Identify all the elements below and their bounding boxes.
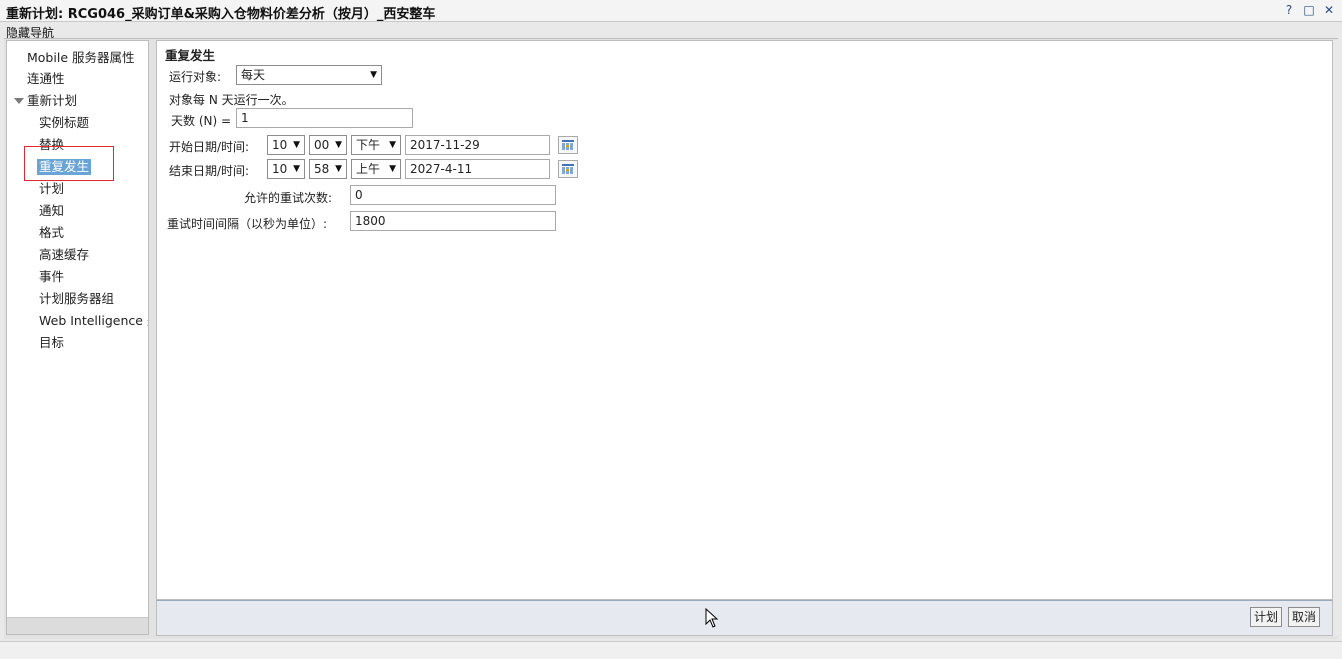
days-input[interactable]: 1 bbox=[236, 108, 413, 128]
window-title: 重新计划: RCG046_采购订单&采购入仓物料价差分析（按月）_西安整车 bbox=[6, 7, 436, 22]
calendar-icon bbox=[562, 164, 574, 174]
end-minute-select[interactable]: 58 ▼ bbox=[309, 159, 347, 179]
cancel-button[interactable]: 取消 bbox=[1288, 607, 1321, 627]
run-object-select[interactable]: 每天 ▼ bbox=[236, 65, 382, 85]
retries-label: 允许的重试次数: bbox=[244, 191, 333, 205]
start-hour-value: 10 bbox=[272, 138, 288, 152]
recurrence-description: 对象每 N 天运行一次。 bbox=[169, 93, 294, 107]
end-ampm-value: 上午 bbox=[356, 162, 381, 176]
start-minute-select[interactable]: 00 ▼ bbox=[309, 135, 347, 155]
chevron-down-icon: ▼ bbox=[335, 164, 342, 174]
sidebar-item-format[interactable]: 格式 bbox=[39, 225, 64, 241]
section-heading: 重复发生 bbox=[165, 48, 216, 63]
title-bar: 重新计划: RCG046_采购订单&采购入仓物料价差分析（按月）_西安整车 ? … bbox=[0, 0, 1342, 22]
maximize-icon[interactable]: □ bbox=[1302, 3, 1316, 17]
days-label: 天数 (N) = bbox=[171, 114, 232, 128]
chevron-down-icon: ▼ bbox=[335, 140, 342, 150]
chevron-down-icon: ▼ bbox=[293, 140, 300, 150]
sidebar-item-notification[interactable]: 通知 bbox=[39, 203, 64, 219]
retries-input[interactable]: 0 bbox=[350, 185, 556, 205]
sidebar-item-destination[interactable]: 目标 bbox=[39, 335, 64, 351]
dialog-footer bbox=[156, 600, 1333, 636]
help-icon[interactable]: ? bbox=[1282, 3, 1296, 17]
sidebar-item-instance-title[interactable]: 实例标题 bbox=[39, 115, 89, 131]
chevron-down-icon: ▼ bbox=[370, 70, 377, 80]
right-edge bbox=[1333, 40, 1339, 636]
sidebar-item-connectivity[interactable]: 连通性 bbox=[27, 71, 65, 87]
start-datetime-label: 开始日期/时间: bbox=[169, 140, 250, 154]
start-date-input[interactable]: 2017-11-29 bbox=[405, 135, 550, 155]
sidebar-item-web-intelligence[interactable]: Web Intelligence 处 bbox=[39, 313, 148, 329]
sidebar-item-schedule[interactable]: 计划 bbox=[39, 181, 64, 197]
status-bar bbox=[0, 641, 1342, 659]
end-hour-value: 10 bbox=[272, 162, 288, 176]
start-ampm-value: 下午 bbox=[356, 138, 381, 152]
expand-triangle-icon[interactable] bbox=[14, 98, 24, 104]
retry-interval-input[interactable]: 1800 bbox=[350, 211, 556, 231]
end-ampm-select[interactable]: 上午 ▼ bbox=[351, 159, 401, 179]
end-calendar-button[interactable] bbox=[558, 160, 578, 178]
sidebar-item-mobile-properties[interactable]: Mobile 服务器属性 bbox=[27, 50, 134, 66]
start-minute-value: 00 bbox=[314, 138, 330, 152]
close-icon[interactable]: ✕ bbox=[1322, 3, 1336, 17]
run-object-label: 运行对象: bbox=[169, 70, 222, 84]
sidebar-item-cache[interactable]: 高速缓存 bbox=[39, 247, 89, 263]
retry-interval-label: 重试时间间隔（以秒为单位）: bbox=[167, 217, 328, 231]
sidebar-item-reschedule[interactable]: 重新计划 bbox=[27, 93, 77, 109]
chevron-down-icon: ▼ bbox=[293, 164, 300, 174]
start-calendar-button[interactable] bbox=[558, 136, 578, 154]
sidebar-item-server-group[interactable]: 计划服务器组 bbox=[39, 291, 114, 307]
sidebar-horizontal-scrollbar[interactable] bbox=[7, 617, 148, 634]
highlight-annotation-box bbox=[24, 146, 114, 181]
end-date-input[interactable]: 2027-4-11 bbox=[405, 159, 550, 179]
start-hour-select[interactable]: 10 ▼ bbox=[267, 135, 305, 155]
end-minute-value: 58 bbox=[314, 162, 330, 176]
schedule-button[interactable]: 计划 bbox=[1250, 607, 1283, 627]
calendar-icon bbox=[562, 140, 574, 150]
end-datetime-label: 结束日期/时间: bbox=[169, 164, 250, 178]
start-ampm-select[interactable]: 下午 ▼ bbox=[351, 135, 401, 155]
run-object-value: 每天 bbox=[241, 68, 266, 82]
end-hour-select[interactable]: 10 ▼ bbox=[267, 159, 305, 179]
sidebar-item-events[interactable]: 事件 bbox=[39, 269, 64, 285]
sidebar-navigation: Mobile 服务器属性 连通性 重新计划 实例标题 替换 重复发生 计划 通知… bbox=[6, 40, 149, 635]
window-controls: ? □ ✕ bbox=[1282, 3, 1336, 17]
chevron-down-icon: ▼ bbox=[389, 164, 396, 174]
chevron-down-icon: ▼ bbox=[389, 140, 396, 150]
